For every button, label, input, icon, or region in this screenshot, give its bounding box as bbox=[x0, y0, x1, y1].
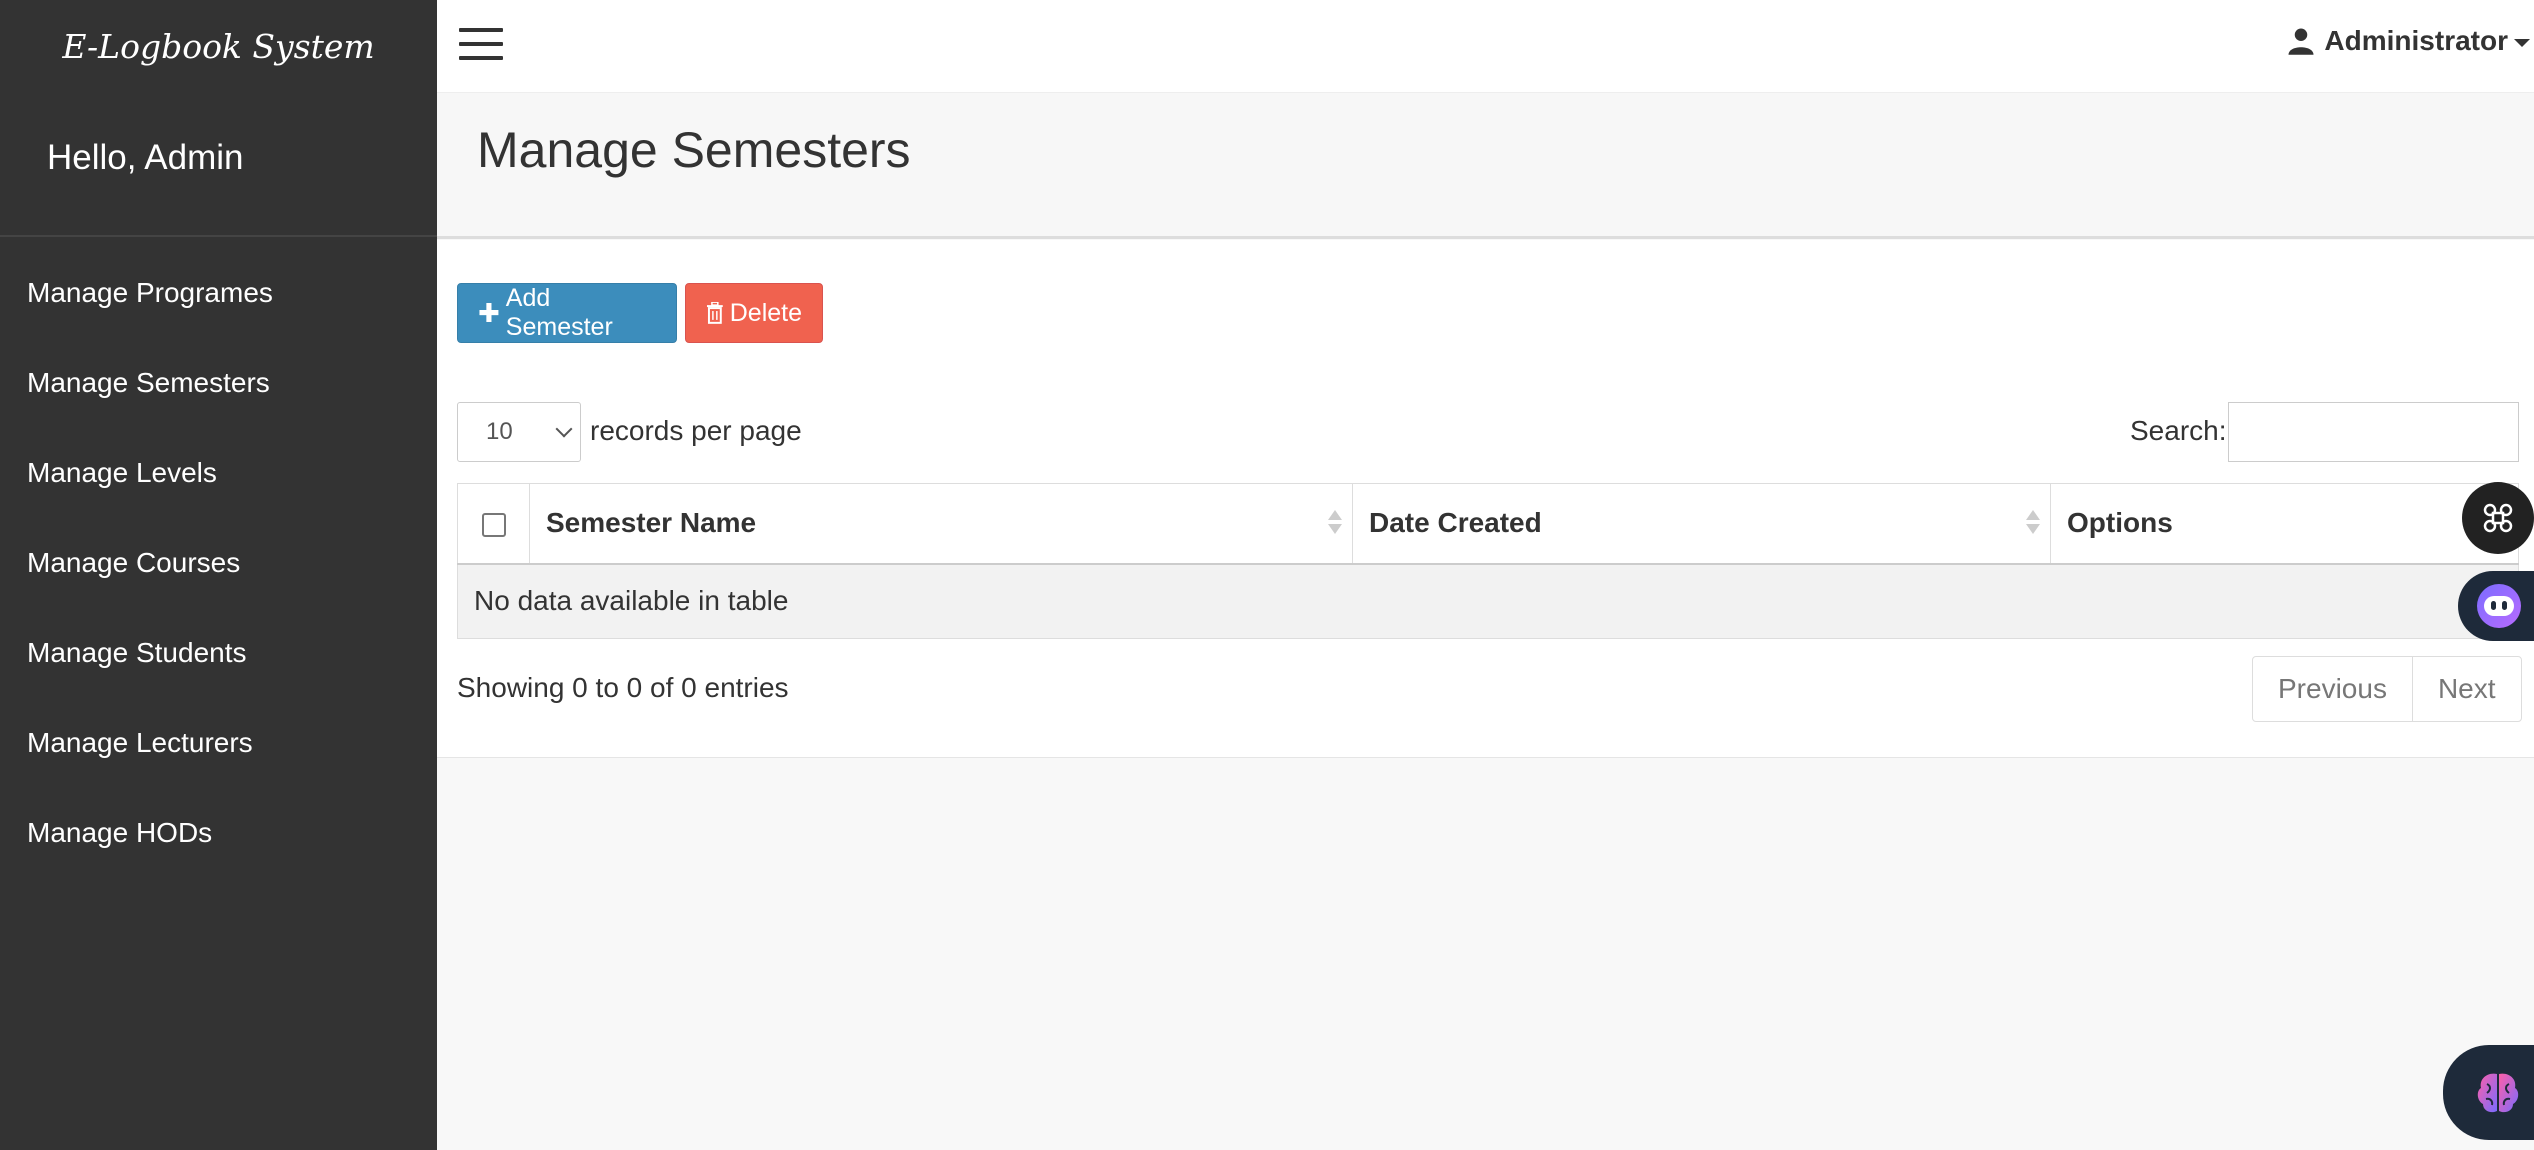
greeting: Hello, Admin bbox=[47, 138, 244, 177]
top-bar: Administrator bbox=[437, 0, 2534, 93]
table-row: No data available in table bbox=[457, 563, 2519, 639]
brain-assistant-button[interactable] bbox=[2443, 1045, 2534, 1140]
column-header-date-created[interactable]: Date Created bbox=[1352, 483, 2051, 565]
sidebar-item-courses[interactable]: Manage Courses bbox=[0, 518, 437, 608]
column-header-semester-name[interactable]: Semester Name bbox=[529, 483, 1353, 565]
records-per-page-label: records per page bbox=[590, 415, 802, 446]
hamburger-menu-icon[interactable] bbox=[459, 28, 505, 62]
sort-icon bbox=[2026, 510, 2040, 540]
bot-face-icon bbox=[2477, 584, 2521, 628]
user-menu[interactable]: Administrator bbox=[2286, 25, 2534, 57]
user-icon bbox=[2288, 28, 2314, 55]
previous-page-button[interactable]: Previous bbox=[2253, 657, 2412, 721]
delete-button[interactable]: Delete bbox=[685, 283, 823, 343]
column-header-options: Options bbox=[2050, 483, 2519, 565]
sidebar-divider bbox=[0, 235, 437, 237]
next-page-button[interactable]: Next bbox=[2411, 657, 2521, 721]
add-semester-button[interactable]: ✚ Add Semester bbox=[457, 283, 677, 343]
add-semester-label: Add Semester bbox=[505, 284, 613, 341]
sidebar-item-hods[interactable]: Manage HODs bbox=[0, 788, 437, 878]
column-header-label: Date Created bbox=[1369, 507, 1542, 539]
sidebar-item-students[interactable]: Manage Students bbox=[0, 608, 437, 698]
trash-icon bbox=[706, 302, 723, 324]
sidebar: E-Logbook System Hello, Admin Manage Pro… bbox=[0, 0, 437, 1150]
semesters-table: Semester Name Date Created Options No da… bbox=[457, 483, 2519, 639]
records-per-page-value: 10 bbox=[486, 418, 513, 445]
table-header-row: Semester Name Date Created Options bbox=[457, 483, 2519, 565]
sidebar-item-lecturers[interactable]: Manage Lecturers bbox=[0, 698, 437, 788]
chevron-down-icon bbox=[555, 420, 573, 438]
brain-icon bbox=[2477, 1073, 2519, 1112]
empty-table-message: No data available in table bbox=[457, 563, 2519, 639]
page-title: Manage Semesters bbox=[477, 122, 911, 178]
user-menu-label: Administrator bbox=[2324, 25, 2508, 56]
page-header: Manage Semesters bbox=[437, 93, 2534, 239]
caret-down-icon bbox=[2514, 39, 2530, 47]
search-label: Search: bbox=[2130, 415, 2227, 446]
column-header-label: Options bbox=[2067, 507, 2173, 539]
select-all-cell bbox=[457, 483, 530, 565]
pagination: Previous Next bbox=[2252, 656, 2522, 722]
search-input[interactable] bbox=[2228, 402, 2519, 462]
plus-icon: ✚ bbox=[478, 297, 500, 328]
sidebar-nav: Manage Programes Manage Semesters Manage… bbox=[0, 248, 437, 878]
column-header-label: Semester Name bbox=[546, 507, 757, 539]
sidebar-item-programes[interactable]: Manage Programes bbox=[0, 248, 437, 338]
content-panel: ✚ Add Semester Delete 10 records per pag… bbox=[437, 240, 2534, 758]
command-grid-button[interactable] bbox=[2462, 482, 2534, 554]
sidebar-item-levels[interactable]: Manage Levels bbox=[0, 428, 437, 518]
delete-label: Delete bbox=[729, 298, 802, 327]
records-per-page-select[interactable]: 10 bbox=[457, 402, 581, 462]
assistant-bot-button[interactable] bbox=[2458, 571, 2534, 641]
table-info: Showing 0 to 0 of 0 entries bbox=[457, 672, 789, 703]
sidebar-item-semesters[interactable]: Manage Semesters bbox=[0, 338, 437, 428]
brand-logo[interactable]: E-Logbook System bbox=[0, 0, 437, 92]
command-icon bbox=[2483, 503, 2513, 533]
select-all-checkbox[interactable] bbox=[481, 512, 506, 537]
sort-icon bbox=[1328, 510, 1342, 540]
